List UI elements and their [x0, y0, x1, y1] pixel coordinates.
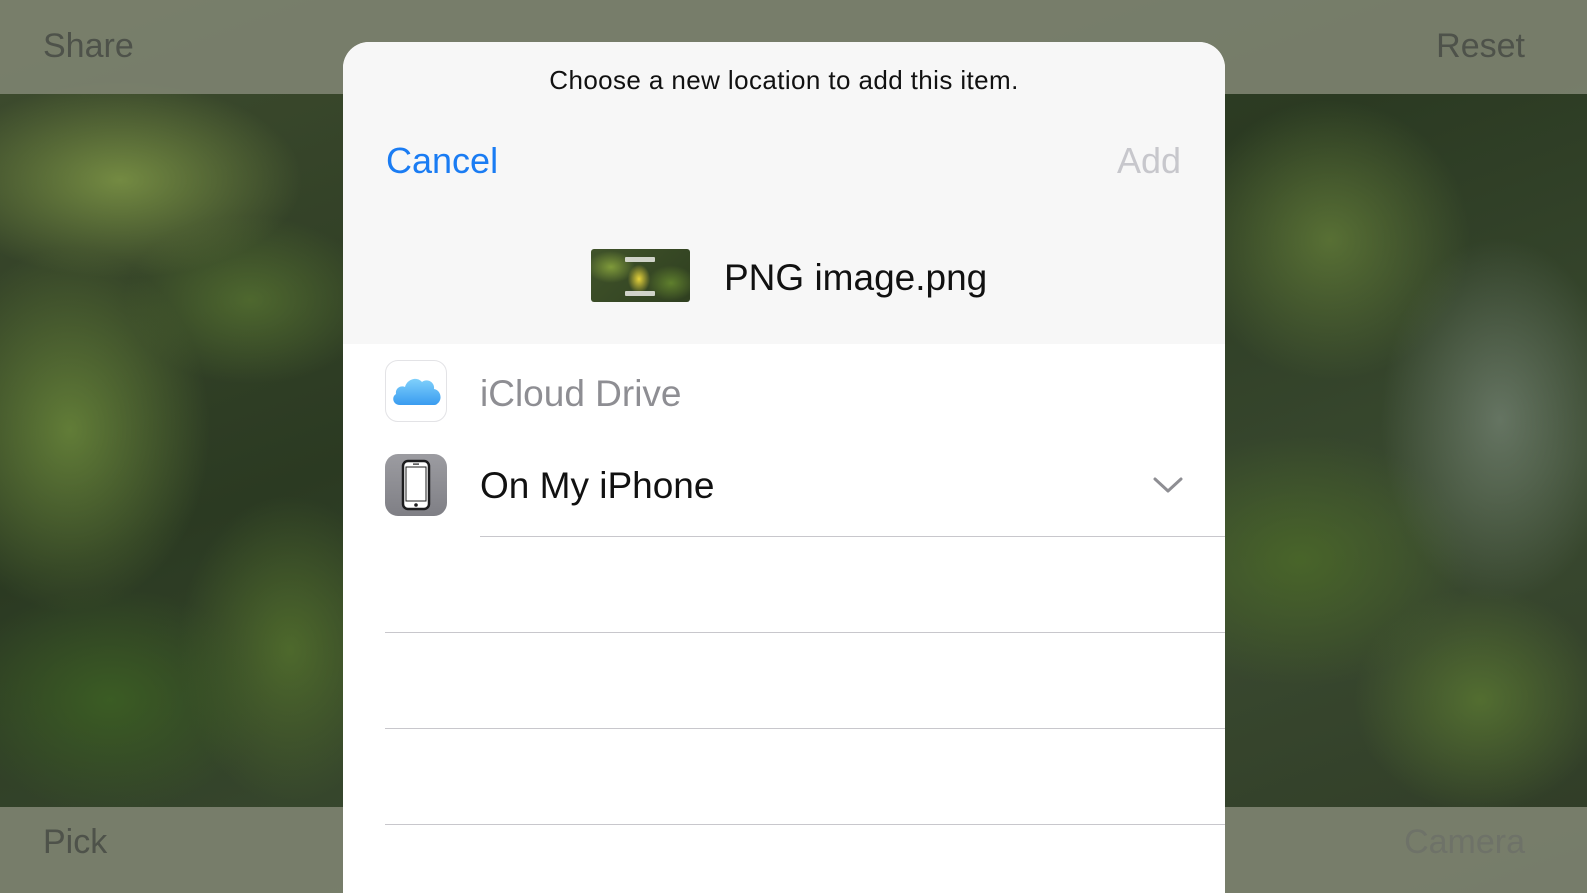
- location-row-icloud-drive[interactable]: iCloud Drive: [343, 344, 1225, 440]
- sheet-prompt: Choose a new location to add this item.: [549, 65, 1019, 95]
- cloud-icon: [393, 378, 441, 405]
- chevron-down-icon[interactable]: [1151, 474, 1185, 496]
- reset-button[interactable]: Reset: [1436, 27, 1525, 66]
- location-label: iCloud Drive: [480, 373, 682, 414]
- app-screen: Share Reset Pick Camera Choose a new loc…: [0, 0, 1587, 893]
- iphone-icon: [385, 454, 447, 516]
- cancel-button[interactable]: Cancel: [386, 140, 498, 182]
- file-name: PNG image.png: [724, 257, 988, 298]
- location-label: On My iPhone: [480, 465, 715, 506]
- row-separator: [385, 824, 1225, 825]
- add-location-sheet: Choose a new location to add this item. …: [343, 42, 1225, 893]
- location-row-on-my-iphone[interactable]: On My iPhone: [343, 440, 1225, 536]
- row-separator: [385, 632, 1225, 633]
- icloud-icon: [385, 360, 447, 422]
- camera-button[interactable]: Camera: [1404, 823, 1525, 862]
- thumbnail-strip: [625, 291, 655, 296]
- row-separator: [480, 536, 1225, 537]
- phone-glyph-icon: [401, 459, 431, 511]
- pick-button[interactable]: Pick: [43, 823, 107, 862]
- row-separator: [385, 728, 1225, 729]
- thumbnail-strip: [625, 257, 655, 262]
- sheet-header: Choose a new location to add this item. …: [343, 42, 1225, 344]
- add-button[interactable]: Add: [1117, 140, 1181, 182]
- share-button[interactable]: Share: [43, 27, 134, 66]
- file-thumbnail: [591, 249, 690, 302]
